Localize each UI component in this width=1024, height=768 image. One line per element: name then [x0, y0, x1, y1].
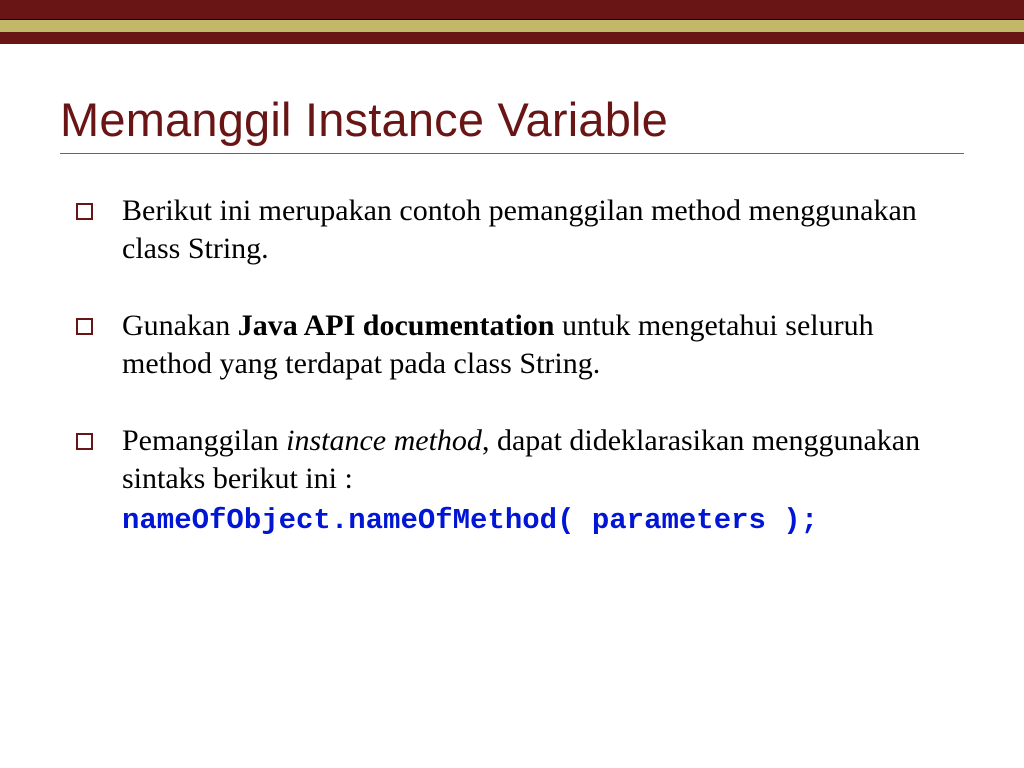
decorative-header-bar	[0, 0, 1024, 44]
bullet-text: Berikut ini merupakan contoh pemanggilan…	[122, 194, 917, 265]
slide-content: Memanggil Instance Variable Berikut ini …	[0, 44, 1024, 539]
bullet-text-italic: instance method	[286, 424, 482, 457]
bullet-item: Pemanggilan instance method, dapat didek…	[104, 422, 964, 539]
bar-segment	[0, 20, 1024, 32]
bullet-text-bold: Java API documentation	[238, 309, 555, 342]
bullet-list: Berikut ini merupakan contoh pemanggilan…	[60, 192, 964, 539]
bullet-text-pre: Gunakan	[122, 309, 238, 342]
slide-title: Memanggil Instance Variable	[60, 92, 964, 154]
bar-segment	[0, 0, 1024, 20]
bar-segment	[0, 32, 1024, 44]
bullet-text-pre: Pemanggilan	[122, 424, 286, 457]
bullet-item: Gunakan Java API documentation untuk men…	[104, 307, 964, 382]
bullet-item: Berikut ini merupakan contoh pemanggilan…	[104, 192, 964, 267]
code-line: nameOfObject.nameOfMethod( parameters );	[122, 503, 964, 539]
